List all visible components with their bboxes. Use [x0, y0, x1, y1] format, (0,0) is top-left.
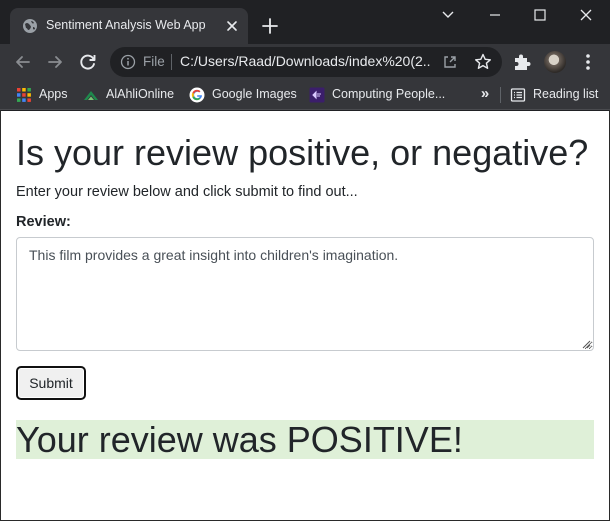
bookmark-label: Google Images [212, 87, 297, 101]
bookmark-label: AlAhliOnline [106, 87, 175, 101]
review-field-label: Review: [16, 214, 71, 230]
google-icon [189, 87, 205, 103]
alahli-icon [84, 91, 98, 100]
computing-people-icon [309, 87, 325, 103]
bookmark-label: Computing People... [332, 87, 446, 101]
page-title: Is your review positive, or negative? [16, 132, 589, 173]
forward-arrow-icon[interactable] [44, 51, 66, 73]
back-arrow-icon[interactable] [12, 51, 34, 73]
reading-list-label: Reading list [533, 87, 599, 101]
new-tab-icon[interactable] [260, 16, 280, 36]
bookmarks-bar: Apps AlAhliOnline Google Images Computin… [0, 80, 610, 110]
extensions-puzzle-icon[interactable] [512, 52, 532, 72]
profile-avatar[interactable] [544, 51, 566, 73]
apps-grid-icon [17, 88, 31, 102]
bookmark-label: Apps [39, 87, 68, 101]
reload-icon[interactable] [77, 51, 99, 73]
more-bookmarks-chevron-icon[interactable]: » [477, 84, 493, 104]
kebab-menu-icon[interactable] [578, 51, 598, 73]
tab-search-chevron-icon[interactable] [428, 4, 468, 26]
resize-handle-icon[interactable] [581, 339, 591, 349]
minimize-icon[interactable] [475, 4, 515, 26]
tab-strip: Sentiment Analysis Web App [0, 0, 610, 44]
bookmarks-divider [500, 87, 501, 103]
window-close-icon[interactable] [566, 4, 606, 26]
address-bar[interactable]: File C:/Users/Raad/Downloads/index%20(2.… [110, 47, 502, 77]
reading-list-icon [510, 88, 526, 102]
address-divider [171, 54, 172, 70]
browser-tab[interactable]: Sentiment Analysis Web App [10, 8, 248, 44]
tab-title: Sentiment Analysis Web App [46, 18, 206, 32]
result-banner: Your review was POSITIVE! [16, 419, 594, 460]
url-text[interactable]: C:/Users/Raad/Downloads/index%20(2... [180, 53, 430, 69]
url-scheme-label: File [143, 54, 165, 69]
bookmark-star-icon[interactable] [473, 52, 493, 72]
submit-button[interactable]: Submit [16, 366, 86, 400]
result-text: Your review was POSITIVE! [16, 419, 463, 460]
review-textarea[interactable]: This film provides a great insight into … [16, 237, 594, 351]
globe-icon [23, 19, 37, 33]
close-icon[interactable] [223, 17, 241, 35]
maximize-icon[interactable] [520, 4, 560, 26]
share-icon[interactable] [441, 53, 459, 71]
web-page-content: Is your review positive, or negative? En… [1, 111, 609, 520]
intro-text: Enter your review below and click submit… [16, 184, 358, 200]
info-icon[interactable] [120, 54, 136, 70]
browser-toolbar: File C:/Users/Raad/Downloads/index%20(2.… [0, 44, 610, 80]
